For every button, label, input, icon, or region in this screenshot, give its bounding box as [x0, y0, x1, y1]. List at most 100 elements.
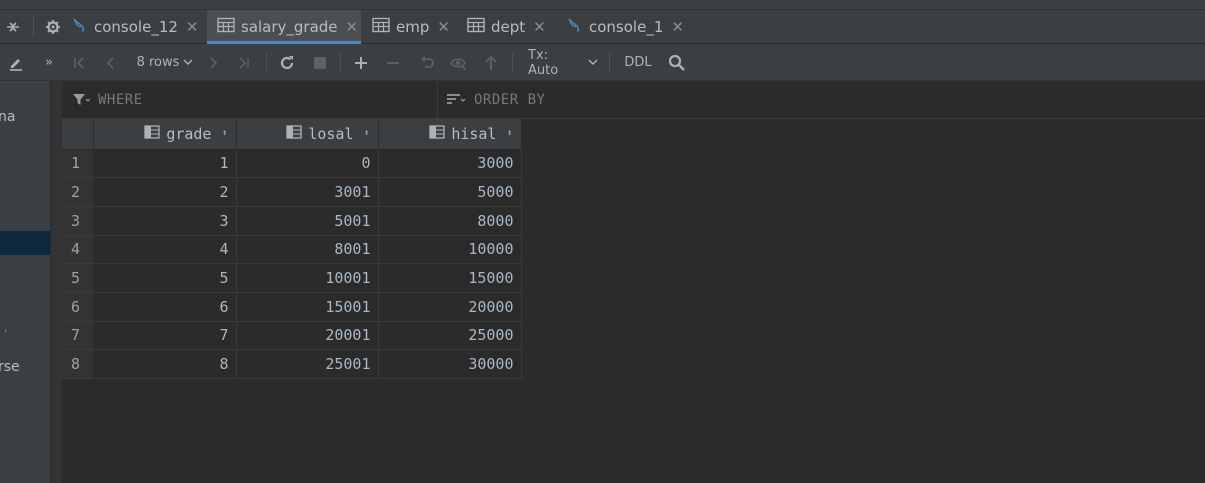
cell-grade[interactable]: 1	[93, 149, 237, 179]
cell-grade[interactable]: 8	[93, 349, 237, 379]
cell-grade[interactable]: 4	[93, 235, 237, 265]
cell-grade[interactable]: 6	[93, 292, 237, 322]
table-row[interactable]: 1 1 0 3000	[62, 149, 522, 179]
cell-hisal[interactable]: 25000	[378, 321, 522, 351]
close-icon[interactable]: ✕	[671, 18, 684, 36]
cell-losal[interactable]: 3001	[236, 177, 379, 207]
table-icon	[467, 17, 485, 37]
cell-losal[interactable]: 0	[236, 149, 379, 179]
row-number[interactable]: 3	[62, 206, 94, 236]
view-changes-icon[interactable]	[448, 44, 470, 81]
revert-icon[interactable]	[416, 44, 438, 81]
table-row[interactable]: 2 2 3001 5000	[62, 177, 522, 207]
where-filter[interactable]: WHERE	[72, 81, 143, 119]
tree-item-fragment[interactable]: rse	[0, 359, 20, 375]
previous-page-icon[interactable]	[100, 44, 122, 81]
refresh-icon[interactable]	[276, 44, 298, 81]
tab-emp[interactable]: emp ✕	[372, 10, 450, 44]
cell-losal[interactable]: 25001	[236, 349, 379, 379]
column-label: hisal	[451, 124, 497, 143]
panel-splitter[interactable]	[50, 81, 62, 483]
where-label: WHERE	[98, 92, 143, 108]
close-icon[interactable]: ✕	[533, 18, 546, 36]
close-icon[interactable]: ✕	[346, 18, 359, 36]
row-number[interactable]: 7	[62, 321, 94, 351]
close-icon[interactable]: ✕	[186, 18, 199, 36]
cell-hisal[interactable]: 5000	[378, 177, 522, 207]
cell-hisal[interactable]: 8000	[378, 206, 522, 236]
cell-hisal[interactable]: 3000	[378, 149, 522, 179]
order-by-filter[interactable]: ORDER BY	[446, 81, 545, 119]
table-row[interactable]: 3 3 5001 8000	[62, 206, 522, 236]
next-page-icon[interactable]	[202, 44, 224, 81]
tab-console-12[interactable]: console_12 ✕	[70, 10, 198, 44]
stop-icon[interactable]	[310, 44, 330, 81]
database-explorer-panel: na , rse	[0, 81, 50, 483]
toolbar-separator	[512, 53, 513, 73]
table-row[interactable]: 5 5 10001 15000	[62, 263, 522, 293]
cell-losal[interactable]: 20001	[236, 321, 379, 351]
tab-separator	[33, 17, 34, 37]
cell-grade[interactable]: 5	[93, 263, 237, 293]
row-number[interactable]: 2	[62, 177, 94, 207]
submit-arrow-up-icon[interactable]	[480, 44, 502, 81]
table-row[interactable]: 7 7 20001 25000	[62, 321, 522, 351]
table-row[interactable]: 8 8 25001 30000	[62, 349, 522, 379]
row-number[interactable]: 6	[62, 292, 94, 322]
search-icon[interactable]	[666, 44, 688, 81]
sort-toggle-icon[interactable]: ⬍	[506, 128, 512, 139]
last-page-icon[interactable]	[232, 44, 256, 81]
cell-losal[interactable]: 5001	[236, 206, 379, 236]
cell-hisal[interactable]: 10000	[378, 235, 522, 265]
edit-pencil-icon[interactable]	[4, 44, 28, 81]
table-row[interactable]: 6 6 15001 20000	[62, 292, 522, 322]
add-row-icon[interactable]	[350, 44, 372, 81]
filter-divider	[437, 81, 438, 119]
rows-label: 8 rows	[136, 55, 180, 70]
cell-hisal[interactable]: 30000	[378, 349, 522, 379]
row-number[interactable]: 8	[62, 349, 94, 379]
ddl-button[interactable]: DDL	[622, 44, 654, 81]
cell-grade[interactable]: 3	[93, 206, 237, 236]
results-grid: grade ⬍ losal ⬍ hisal ⬍ 1 1 0 3000 2 2 3…	[62, 119, 522, 379]
cell-losal[interactable]: 8001	[236, 235, 379, 265]
tab-dept[interactable]: dept ✕	[467, 10, 546, 44]
tx-label: Tx: Auto	[528, 47, 559, 78]
gear-icon[interactable]	[42, 10, 64, 44]
rows-selector[interactable]: 8 rows	[134, 44, 196, 81]
toolbar-separator	[609, 53, 610, 73]
tab-label: console_12	[94, 18, 178, 36]
table-row[interactable]: 4 4 8001 10000	[62, 235, 522, 265]
collapse-icon[interactable]	[0, 10, 26, 44]
cell-hisal[interactable]: 20000	[378, 292, 522, 322]
first-page-icon[interactable]	[68, 44, 90, 81]
cell-grade[interactable]: 2	[93, 177, 237, 207]
console-icon	[70, 16, 88, 38]
more-icon[interactable]: »	[40, 44, 58, 81]
column-label: grade	[166, 124, 212, 143]
editor-tab-bar: console_12 ✕ salary_grade ✕ emp ✕ dept ✕…	[0, 10, 1205, 44]
cell-losal[interactable]: 15001	[236, 292, 379, 322]
column-header-hisal[interactable]: hisal ⬍	[378, 119, 522, 150]
cell-hisal[interactable]: 15000	[378, 263, 522, 293]
close-icon[interactable]: ✕	[437, 18, 450, 36]
tree-item-fragment[interactable]: na	[0, 109, 15, 125]
row-number[interactable]: 4	[62, 235, 94, 265]
filter-icon	[72, 93, 90, 107]
transaction-mode-selector[interactable]: Tx: Auto	[528, 44, 598, 81]
column-header-grade[interactable]: grade ⬍	[93, 119, 237, 150]
tab-salary-grade[interactable]: salary_grade ✕	[207, 10, 361, 44]
cell-losal[interactable]: 10001	[236, 263, 379, 293]
delete-row-icon[interactable]	[383, 44, 403, 81]
row-number-header	[62, 119, 94, 150]
toolbar-separator	[340, 53, 341, 73]
cell-grade[interactable]: 7	[93, 321, 237, 351]
sort-toggle-icon[interactable]: ⬍	[221, 128, 227, 139]
row-number[interactable]: 5	[62, 263, 94, 293]
row-number[interactable]: 1	[62, 149, 94, 179]
filter-bar: WHERE ORDER BY	[62, 81, 1205, 119]
tree-item-selected[interactable]	[0, 231, 50, 255]
tab-console-1[interactable]: console_1 ✕	[565, 10, 684, 44]
column-header-losal[interactable]: losal ⬍	[236, 119, 379, 150]
sort-toggle-icon[interactable]: ⬍	[363, 128, 369, 139]
